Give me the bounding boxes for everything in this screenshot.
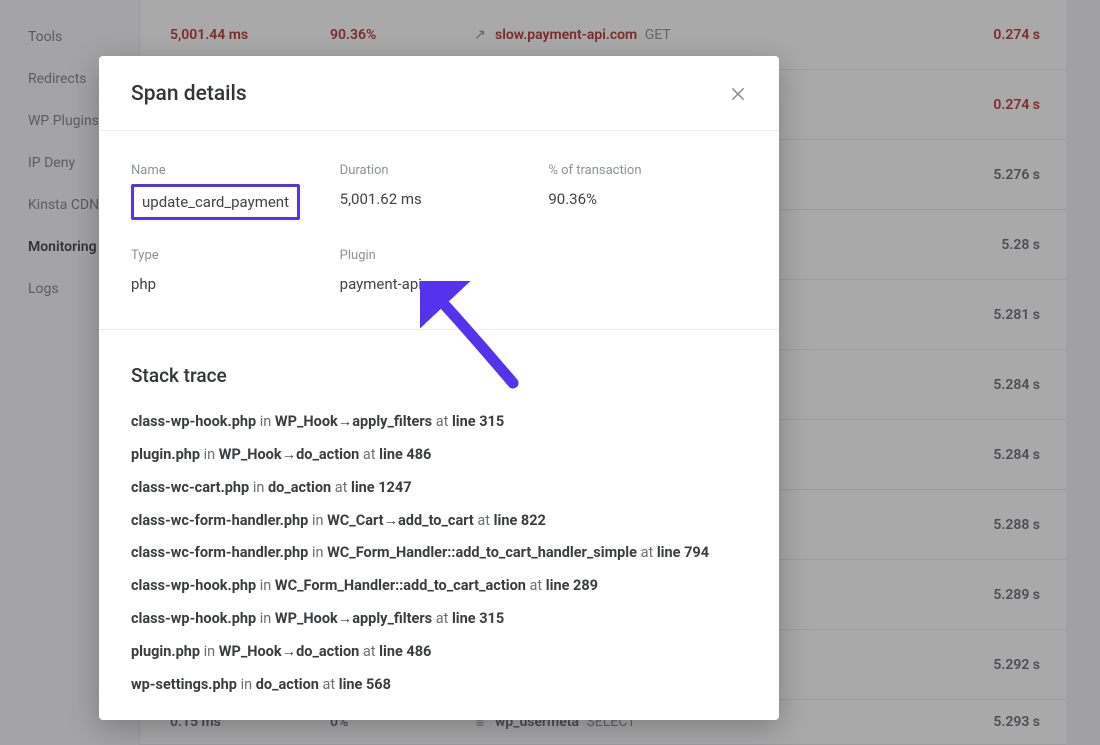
stack-trace-line: plugin.php in WP_Hook→do_action at line … — [131, 643, 747, 676]
type-value: php — [131, 275, 330, 293]
close-icon — [729, 85, 747, 103]
name-label: Name — [131, 163, 330, 178]
close-button[interactable] — [729, 85, 747, 103]
stack-trace-line: class-wp-hook.php in WP_Hook→apply_filte… — [131, 413, 747, 446]
pct-value: 90.36% — [548, 190, 747, 208]
plugin-label: Plugin — [340, 248, 539, 263]
duration-label: Duration — [340, 163, 539, 178]
type-label: Type — [131, 248, 330, 263]
stack-trace-line: wp-settings.php in do_action at line 568 — [131, 676, 747, 709]
stack-trace-line: class-wc-form-handler.php in WC_Cart→add… — [131, 512, 747, 545]
duration-value: 5,001.62 ms — [340, 190, 539, 208]
stack-trace-line: class-wc-form-handler.php in WC_Form_Han… — [131, 544, 747, 577]
modal-title: Span details — [131, 82, 247, 106]
pct-label: % of transaction — [548, 163, 747, 178]
span-details-modal: Span details Name update_card_payment Du… — [99, 56, 779, 720]
stack-trace-line: class-wp-hook.php in WC_Form_Handler::ad… — [131, 577, 747, 610]
stack-trace-title: Stack trace — [131, 364, 747, 387]
stack-trace-line: class-wp-hook.php in WP_Hook→apply_filte… — [131, 610, 747, 643]
stack-trace-list: class-wp-hook.php in WP_Hook→apply_filte… — [131, 413, 747, 709]
stack-trace-line: class-wc-cart.php in do_action at line 1… — [131, 479, 747, 512]
plugin-value: payment-api — [340, 275, 539, 293]
stack-trace-line: plugin.php in WP_Hook→do_action at line … — [131, 446, 747, 479]
name-value: update_card_payment — [131, 184, 300, 220]
